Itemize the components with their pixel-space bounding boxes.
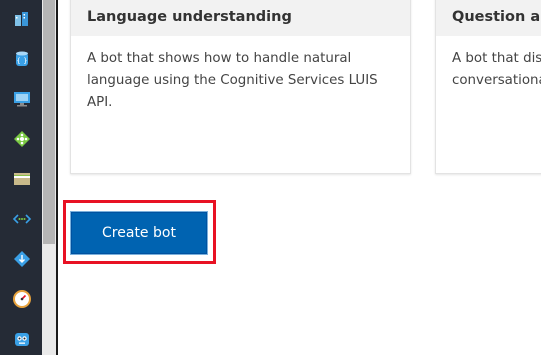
monitor-icon[interactable] xyxy=(12,89,32,109)
card-description: A bot that shows how to handle natural l… xyxy=(87,51,378,110)
create-bot-button[interactable]: Create bot xyxy=(70,211,208,255)
card-description-line: conversationa xyxy=(452,73,541,88)
gauge-icon[interactable] xyxy=(12,289,32,309)
card-title: Question and xyxy=(436,0,541,36)
diamond-network-icon[interactable] xyxy=(12,129,32,149)
template-card-language-understanding[interactable]: Language understanding A bot that shows … xyxy=(70,0,411,174)
scrollbar-thumb[interactable] xyxy=(43,0,55,244)
buildings-icon[interactable] xyxy=(12,9,32,29)
card-description-line: A bot that dis xyxy=(452,51,541,66)
svg-text:{ }: { } xyxy=(16,57,27,65)
card-icon[interactable] xyxy=(12,169,32,189)
bot-face-icon[interactable] xyxy=(12,329,32,349)
vertical-scrollbar[interactable] xyxy=(42,0,56,355)
template-card-question-and-answer[interactable]: Question and A bot that dis conversation… xyxy=(435,0,541,174)
left-nav-rail: { } xyxy=(0,0,42,355)
code-arrows-icon[interactable] xyxy=(12,209,32,229)
card-title: Language understanding xyxy=(71,0,410,36)
panel-divider xyxy=(56,0,58,355)
diamond-download-icon[interactable] xyxy=(12,249,32,269)
card-description: A bot that dis conversationa xyxy=(436,36,541,92)
database-icon[interactable]: { } xyxy=(12,49,32,69)
